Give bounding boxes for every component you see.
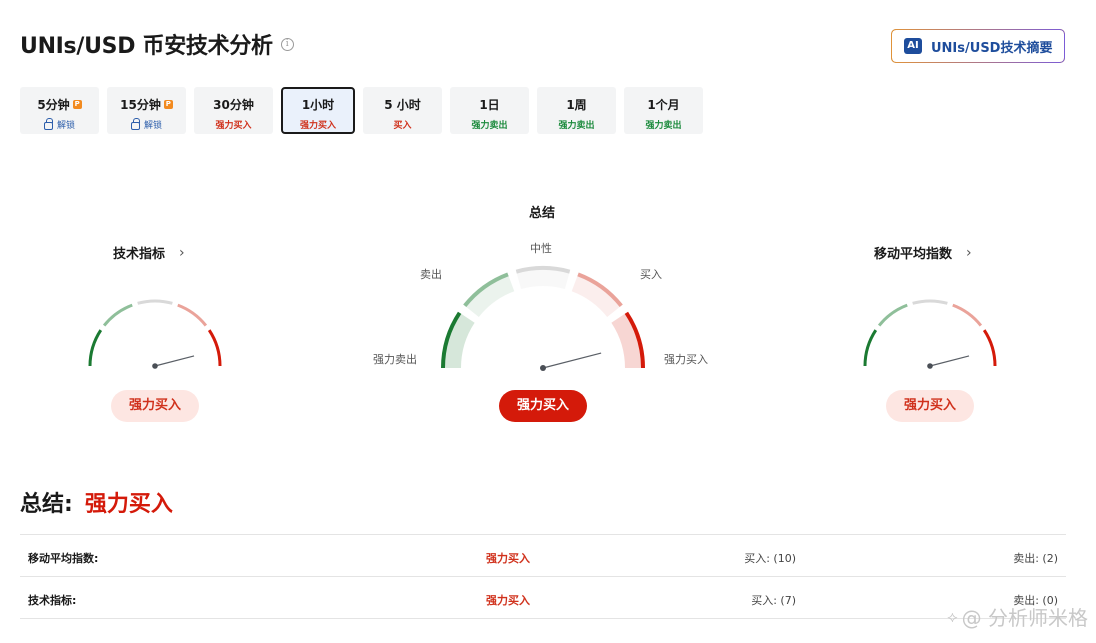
- watermark-text: @ 分析师米格: [961, 606, 1088, 630]
- tab-status: 强力卖出: [558, 121, 595, 131]
- ai-summary-button[interactable]: AI UNIs/USD技术摘要: [891, 29, 1065, 63]
- lock-icon: [130, 117, 140, 130]
- tab-status: 强力卖出: [645, 121, 682, 131]
- tab-label: 1小时: [301, 98, 335, 112]
- tab-label: 1周: [566, 98, 587, 112]
- gauge-segment-sell: [877, 303, 908, 327]
- gauge-segment-strong-buy: [982, 329, 997, 367]
- row-sell-count: 卖出: (2): [1013, 552, 1058, 565]
- gauge-band-sell: [464, 274, 515, 318]
- tab-1h[interactable]: 1小时 强力买入: [281, 87, 355, 134]
- timeframe-tabs: 5分钟 P 解锁 15分钟 P 解锁 30分钟 强力买入 1小时 强力买入 5 小时…: [20, 87, 711, 134]
- tab-status: 强力卖出: [471, 121, 508, 131]
- moving-avg-result-badge: 强力买入: [886, 390, 974, 422]
- gauge-needle: [542, 352, 602, 369]
- row-signal: 强力买入: [486, 594, 530, 607]
- row-name: 移动平均指数:: [28, 552, 99, 565]
- gauge-pivot: [927, 363, 933, 369]
- tab-status: 解锁: [143, 121, 162, 131]
- gauge-band-neutral: [516, 268, 570, 290]
- pro-icon: P: [163, 100, 173, 109]
- row-signal: 强力买入: [486, 552, 530, 565]
- tab-label: 15分钟: [120, 98, 161, 112]
- tab-5h[interactable]: 5 小时 买入: [363, 87, 442, 134]
- chevron-right-icon: ›: [179, 244, 185, 261]
- page-header: UNIs/USD 币安技术分析 i: [20, 28, 294, 60]
- label-strong-buy: 强力买入: [664, 353, 708, 366]
- summary-label: 总结:: [20, 492, 73, 517]
- gauge-segment-buy: [952, 303, 983, 327]
- technical-result-badge: 强力买入: [111, 390, 199, 422]
- tab-label: 30分钟: [213, 98, 254, 112]
- tab-label: 1日: [479, 98, 500, 112]
- page-title: UNIs/USD 币安技术分析: [20, 34, 273, 59]
- summary-gauge: [441, 266, 645, 371]
- tab-30min[interactable]: 30分钟 强力买入: [194, 87, 273, 134]
- gauge-segment-neutral: [912, 299, 948, 305]
- row-buy-count: 买入: (10): [744, 552, 796, 565]
- info-icon[interactable]: i: [280, 37, 294, 51]
- tab-label: 1个月: [647, 98, 680, 112]
- share-icon: ⟡: [947, 606, 958, 626]
- table-row: 移动平均指数: 强力买入 买入: (10) 卖出: (2): [20, 535, 1066, 577]
- gauge-segment-strong-sell: [88, 329, 103, 367]
- technical-gauge-title[interactable]: 技术指标 ›: [113, 243, 185, 263]
- label-neutral: 中性: [530, 242, 552, 255]
- gauge-segment-buy: [177, 303, 208, 327]
- ai-icon: AI: [904, 38, 922, 54]
- table-row: 技术指标: 强力买入 买入: (7) 卖出: (0): [20, 577, 1066, 619]
- ai-summary-label: UNIs/USD技术摘要: [931, 40, 1053, 56]
- label-strong-sell: 强力卖出: [373, 353, 417, 366]
- gauge-segment-strong-sell: [863, 329, 878, 367]
- technical-title-text: 技术指标: [113, 247, 166, 262]
- summary-table: 移动平均指数: 强力买入 买入: (10) 卖出: (2) 技术指标: 强力买入…: [20, 534, 1066, 619]
- tab-status: 买入: [393, 121, 412, 131]
- summary-value: 强力买入: [84, 492, 173, 517]
- gauge-segment-sell: [102, 303, 133, 327]
- gauge-needle: [929, 355, 970, 367]
- tab-label: 5 小时: [384, 98, 421, 112]
- summary-gauge-title: 总结: [529, 206, 556, 221]
- chevron-right-icon: ›: [966, 244, 972, 261]
- moving-avg-title-text: 移动平均指数: [874, 247, 953, 262]
- gauge-pivot: [152, 363, 158, 369]
- tab-5min[interactable]: 5分钟 P 解锁: [20, 87, 99, 134]
- gauge-needle: [154, 355, 195, 367]
- watermark: ⟡ @ 分析师米格: [947, 602, 1088, 631]
- moving-avg-gauge: [863, 299, 997, 369]
- gauge-segment-strong-buy: [207, 329, 222, 367]
- summary-result-badge: 强力买入: [499, 390, 587, 422]
- tab-status: 强力买入: [215, 121, 252, 131]
- tab-status: 解锁: [56, 121, 75, 131]
- row-buy-count: 买入: (7): [751, 594, 796, 607]
- tab-status: 强力买入: [299, 121, 336, 131]
- tab-1w[interactable]: 1周 强力卖出: [537, 87, 616, 134]
- row-name: 技术指标:: [28, 594, 77, 607]
- summary-heading: 总结: 强力买入: [20, 486, 173, 518]
- moving-avg-gauge-title[interactable]: 移动平均指数 ›: [874, 243, 972, 263]
- tab-1mo[interactable]: 1个月 强力卖出: [624, 87, 703, 134]
- tab-label: 5分钟: [37, 98, 70, 112]
- tab-1d[interactable]: 1日 强力卖出: [450, 87, 529, 134]
- technical-gauge: [88, 299, 222, 369]
- gauge-pivot: [540, 365, 546, 371]
- lock-icon: [43, 117, 53, 130]
- pro-icon: P: [72, 100, 82, 109]
- gauge-band-buy: [571, 274, 622, 318]
- tab-15min[interactable]: 15分钟 P 解锁: [107, 87, 186, 134]
- gauge-segment-neutral: [137, 299, 173, 305]
